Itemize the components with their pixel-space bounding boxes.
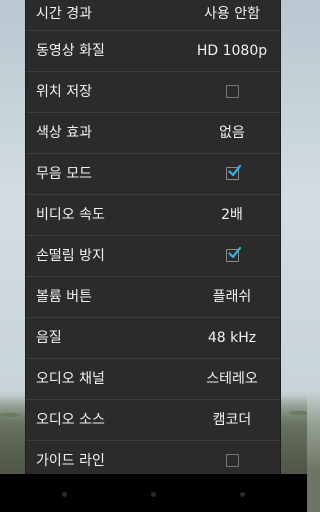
setting-row-audio-source[interactable]: 오디오 소스 캠코더: [26, 400, 280, 441]
setting-value: 48 kHz: [207, 330, 257, 346]
setting-label: 동영상 화질: [36, 43, 105, 59]
setting-label: 오디오 채널: [36, 371, 105, 387]
silent-mode-checkbox[interactable]: [226, 164, 241, 180]
setting-value: 스테레오: [206, 371, 258, 387]
setting-label: 위치 저장: [36, 84, 92, 100]
recent-apps-icon[interactable]: [240, 492, 245, 497]
setting-value: 없음: [219, 125, 245, 141]
setting-row-silent-mode[interactable]: 무음 모드: [26, 154, 280, 195]
check-mark-icon: [228, 246, 241, 259]
system-navigation-bar: [0, 474, 307, 512]
setting-row-video-quality[interactable]: 동영상 화질 HD 1080p: [26, 31, 280, 72]
back-icon[interactable]: [62, 492, 67, 497]
camera-settings-menu: 시간 경과 사용 안함 동영상 화질 HD 1080p 위치 저장 색상 효과 …: [26, 0, 280, 474]
setting-row-time-lapse[interactable]: 시간 경과 사용 안함: [26, 0, 280, 31]
setting-value: 2배: [221, 207, 243, 223]
setting-label: 색상 효과: [36, 125, 92, 141]
setting-label: 볼륨 버튼: [36, 289, 92, 305]
setting-label: 음질: [36, 330, 62, 346]
setting-row-audio-quality[interactable]: 음질 48 kHz: [26, 318, 280, 359]
setting-row-stabilization[interactable]: 손떨림 방지: [26, 236, 280, 277]
setting-label: 시간 경과: [36, 6, 92, 22]
setting-row-audio-channel[interactable]: 오디오 채널 스테레오: [26, 359, 280, 400]
setting-label: 무음 모드: [36, 166, 92, 182]
setting-value: HD 1080p: [196, 43, 268, 59]
setting-value: 사용 안함: [204, 6, 260, 22]
setting-row-volume-button[interactable]: 볼륨 버튼 플래쉬: [26, 277, 280, 318]
setting-value: 캠코더: [212, 412, 252, 428]
setting-value: 플래쉬: [212, 289, 252, 305]
setting-label: 오디오 소스: [36, 412, 105, 428]
home-icon[interactable]: [151, 492, 156, 497]
setting-label: 손떨림 방지: [36, 248, 105, 264]
check-mark-icon: [228, 164, 241, 177]
setting-row-guide-line[interactable]: 가이드 라인: [26, 441, 280, 474]
setting-label: 비디오 속도: [36, 207, 105, 223]
setting-row-video-speed[interactable]: 비디오 속도 2배: [26, 195, 280, 236]
stabilization-checkbox[interactable]: [226, 246, 241, 262]
guide-line-checkbox[interactable]: [226, 454, 239, 467]
setting-row-save-location[interactable]: 위치 저장: [26, 72, 280, 113]
setting-label: 가이드 라인: [36, 453, 105, 469]
setting-row-color-effect[interactable]: 색상 효과 없음: [26, 113, 280, 154]
save-location-checkbox[interactable]: [226, 85, 239, 98]
